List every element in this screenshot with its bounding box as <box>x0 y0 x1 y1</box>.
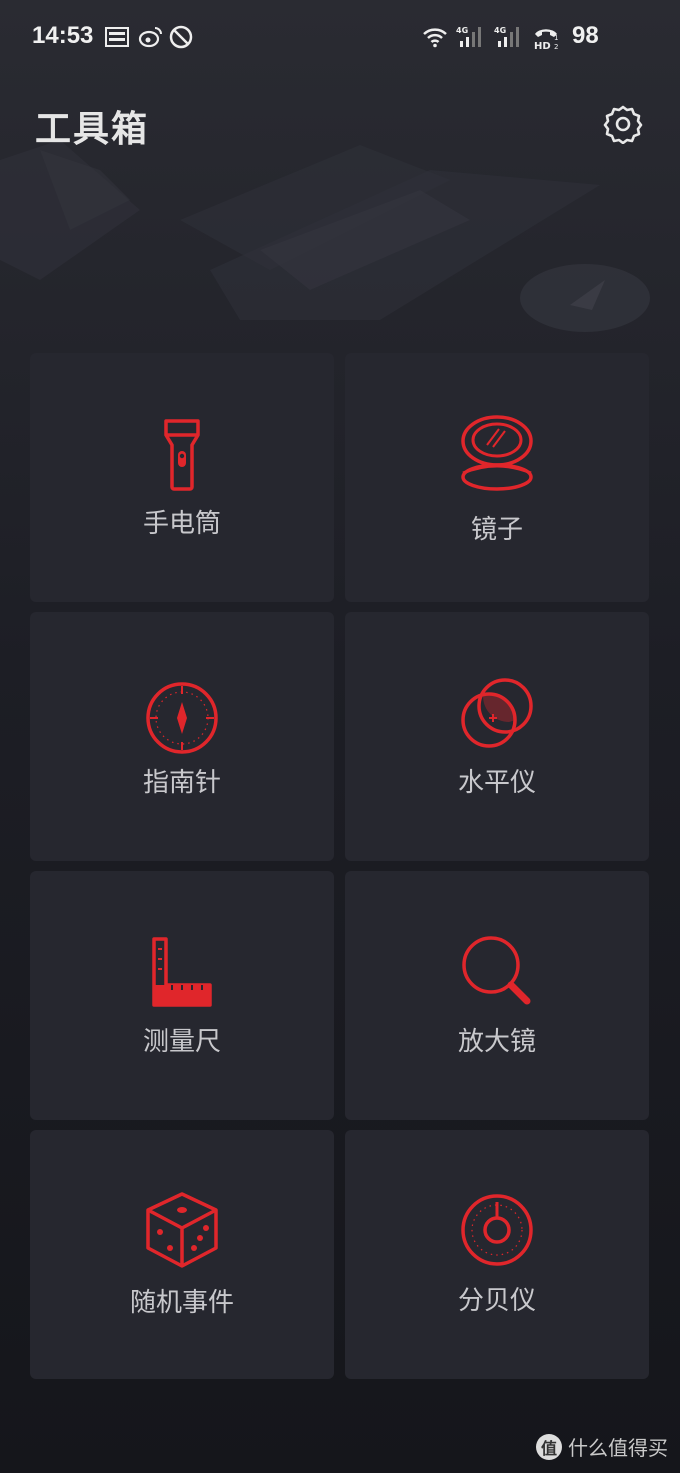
signal-4g-icon: 4G <box>456 26 481 47</box>
tool-label: 水平仪 <box>457 768 536 798</box>
tool-random-event[interactable]: 随机事件 <box>30 1130 334 1379</box>
flashlight-icon <box>164 419 200 491</box>
dice-icon <box>146 1192 218 1268</box>
decibel-meter-icon <box>461 1194 533 1266</box>
svg-text:4G: 4G <box>494 26 506 35</box>
tool-level[interactable]: 水平仪 <box>345 612 649 861</box>
page-title: 工具箱 <box>35 109 150 150</box>
mirror-icon <box>461 415 533 491</box>
tool-compass[interactable]: 指南针 <box>30 612 334 861</box>
tool-label: 随机事件 <box>129 1288 234 1318</box>
signal-4g-icon: 4G <box>494 26 519 47</box>
compass-icon <box>146 682 218 754</box>
tool-flashlight[interactable]: 手电筒 <box>30 353 334 602</box>
svg-text:2: 2 <box>554 43 558 50</box>
header-background-art <box>0 140 650 332</box>
tool-label: 镜子 <box>470 515 523 545</box>
status-time: 14:53 <box>32 22 94 49</box>
watermark-text: 什么值得买 <box>568 1438 668 1460</box>
magnifier-icon <box>462 936 531 1005</box>
toutiao-icon <box>105 27 129 47</box>
svg-text:HD: HD <box>534 41 551 50</box>
tool-label: 测量尺 <box>142 1027 221 1057</box>
watermark: 值 什么值得买 <box>536 1432 668 1461</box>
tool-mirror[interactable]: 镜子 <box>345 353 649 602</box>
ruler-icon <box>152 937 212 1007</box>
level-icon <box>461 678 533 748</box>
status-bar: 14:53 4G 4G HD 1 2 98 <box>0 0 680 76</box>
tool-magnifier[interactable]: 放大镜 <box>345 871 649 1120</box>
do-not-disturb-icon <box>169 25 193 49</box>
wifi-icon <box>423 28 447 48</box>
tool-ruler[interactable]: 测量尺 <box>30 871 334 1120</box>
tool-label: 放大镜 <box>457 1027 536 1057</box>
tool-decibel-meter[interactable]: 分贝仪 <box>345 1130 649 1379</box>
battery-level: 98 <box>572 22 599 49</box>
hd-call-icon: HD 1 2 <box>534 29 558 50</box>
watermark-badge: 值 <box>536 1433 562 1460</box>
weibo-icon <box>138 27 162 48</box>
svg-text:1: 1 <box>554 34 558 42</box>
tool-label: 分贝仪 <box>457 1286 536 1316</box>
tool-label: 手电筒 <box>142 509 221 539</box>
svg-text:4G: 4G <box>456 26 468 35</box>
gear-icon[interactable] <box>603 104 643 144</box>
tool-label: 指南针 <box>142 768 221 798</box>
